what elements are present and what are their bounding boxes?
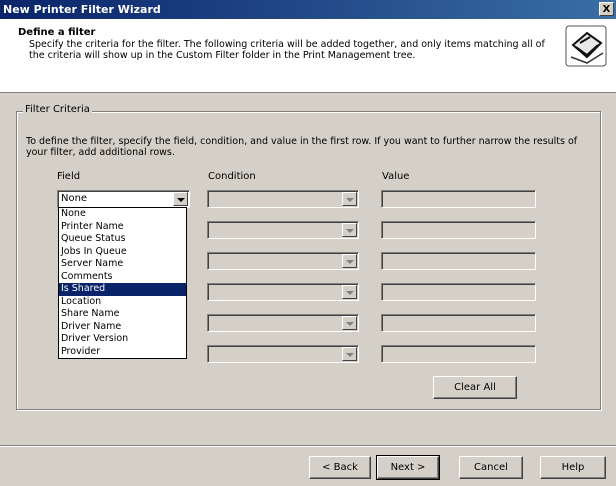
value-field-row-4 (381, 283, 536, 301)
wizard-header: Define a filter Specify the criteria for… (0, 19, 616, 93)
header-title: Define a filter (18, 27, 96, 38)
help-button[interactable]: Help (540, 456, 606, 479)
cancel-button[interactable]: Cancel (459, 456, 523, 479)
filter-criteria-description: To define the filter, specify the field,… (26, 136, 578, 158)
dropdown-option[interactable]: None (59, 208, 186, 221)
footer-separator (0, 445, 616, 447)
dropdown-option-selected[interactable]: Is Shared (59, 283, 186, 296)
value-field-row-5 (381, 314, 536, 332)
field-combo-row-1[interactable]: None (57, 190, 190, 208)
dropdown-option[interactable]: Jobs In Queue (59, 246, 186, 259)
window-title: New Printer Filter Wizard (3, 3, 161, 16)
header-description: Specify the criteria for the filter. The… (29, 39, 545, 61)
condition-combo-row-6 (207, 345, 359, 363)
chevron-down-icon (342, 223, 357, 237)
field-column-header: Field (57, 171, 81, 182)
condition-combo-row-3 (207, 252, 359, 270)
chevron-down-icon (342, 285, 357, 299)
value-field-row-1 (381, 190, 536, 208)
value-column-header: Value (382, 171, 410, 182)
chevron-down-icon (342, 254, 357, 268)
condition-combo-row-1 (207, 190, 359, 208)
dropdown-option[interactable]: Location (59, 296, 186, 309)
next-button[interactable]: Next > (376, 455, 440, 480)
chevron-down-icon (342, 316, 357, 330)
chevron-down-icon (342, 192, 357, 206)
title-bar: New Printer Filter Wizard X (0, 0, 616, 19)
field-combo-value: None (61, 193, 88, 204)
dropdown-option[interactable]: Server Name (59, 258, 186, 271)
condition-combo-row-2 (207, 221, 359, 239)
dropdown-option[interactable]: Driver Version (59, 333, 186, 346)
value-field-row-2 (381, 221, 536, 239)
printer-filter-icon (565, 25, 607, 67)
dropdown-option[interactable]: Comments (59, 271, 186, 284)
chevron-down-icon[interactable] (173, 192, 188, 206)
dropdown-option[interactable]: Provider (59, 346, 186, 359)
condition-combo-row-5 (207, 314, 359, 332)
close-button[interactable]: X (599, 2, 614, 16)
value-field-row-3 (381, 252, 536, 270)
back-button[interactable]: < Back (309, 456, 371, 479)
field-dropdown-list[interactable]: None Printer Name Queue Status Jobs In Q… (58, 207, 187, 359)
dropdown-option[interactable]: Printer Name (59, 221, 186, 234)
dropdown-option[interactable]: Share Name (59, 308, 186, 321)
filter-criteria-legend: Filter Criteria (23, 104, 92, 115)
dropdown-option[interactable]: Queue Status (59, 233, 186, 246)
clear-all-button[interactable]: Clear All (433, 376, 517, 399)
dropdown-option[interactable]: Driver Name (59, 321, 186, 334)
condition-combo-row-4 (207, 283, 359, 301)
value-field-row-6 (381, 345, 536, 363)
condition-column-header: Condition (208, 171, 256, 182)
chevron-down-icon (342, 347, 357, 361)
